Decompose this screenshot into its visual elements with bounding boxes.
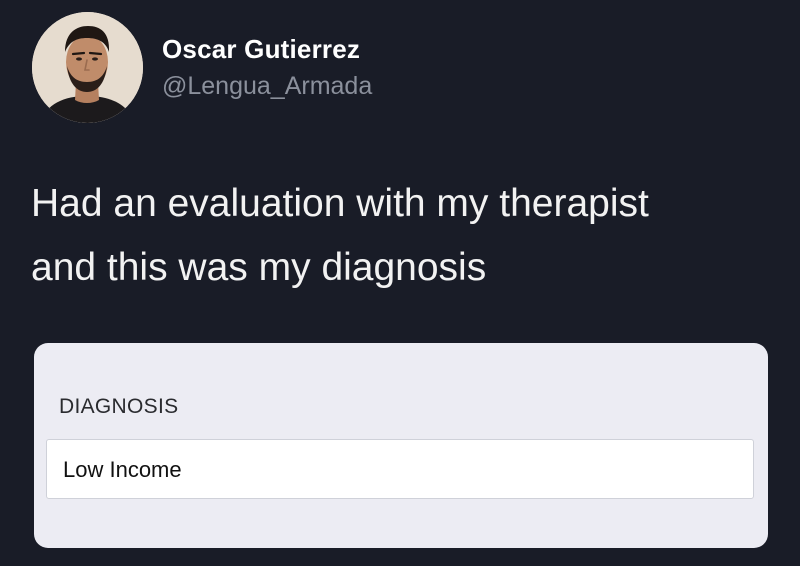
tweet-text-line-1: Had an evaluation with my therapist bbox=[31, 182, 649, 225]
tweet: Oscar Gutierrez @Lengua_Armada Had an ev… bbox=[0, 0, 800, 566]
diagnosis-value: Low Income bbox=[63, 457, 182, 482]
tweet-text: Had an evaluation with my therapist and … bbox=[31, 172, 771, 300]
diagnosis-field[interactable]: Low Income bbox=[46, 439, 754, 499]
tweet-text-line-2: and this was my diagnosis bbox=[31, 246, 487, 289]
diagnosis-card: DIAGNOSIS Low Income bbox=[34, 343, 768, 548]
diagnosis-label: DIAGNOSIS bbox=[59, 395, 179, 418]
user-handle[interactable]: @Lengua_Armada bbox=[162, 72, 372, 101]
profile-avatar[interactable] bbox=[32, 12, 143, 123]
profile-photo-icon bbox=[32, 12, 143, 123]
display-name[interactable]: Oscar Gutierrez bbox=[162, 34, 360, 65]
